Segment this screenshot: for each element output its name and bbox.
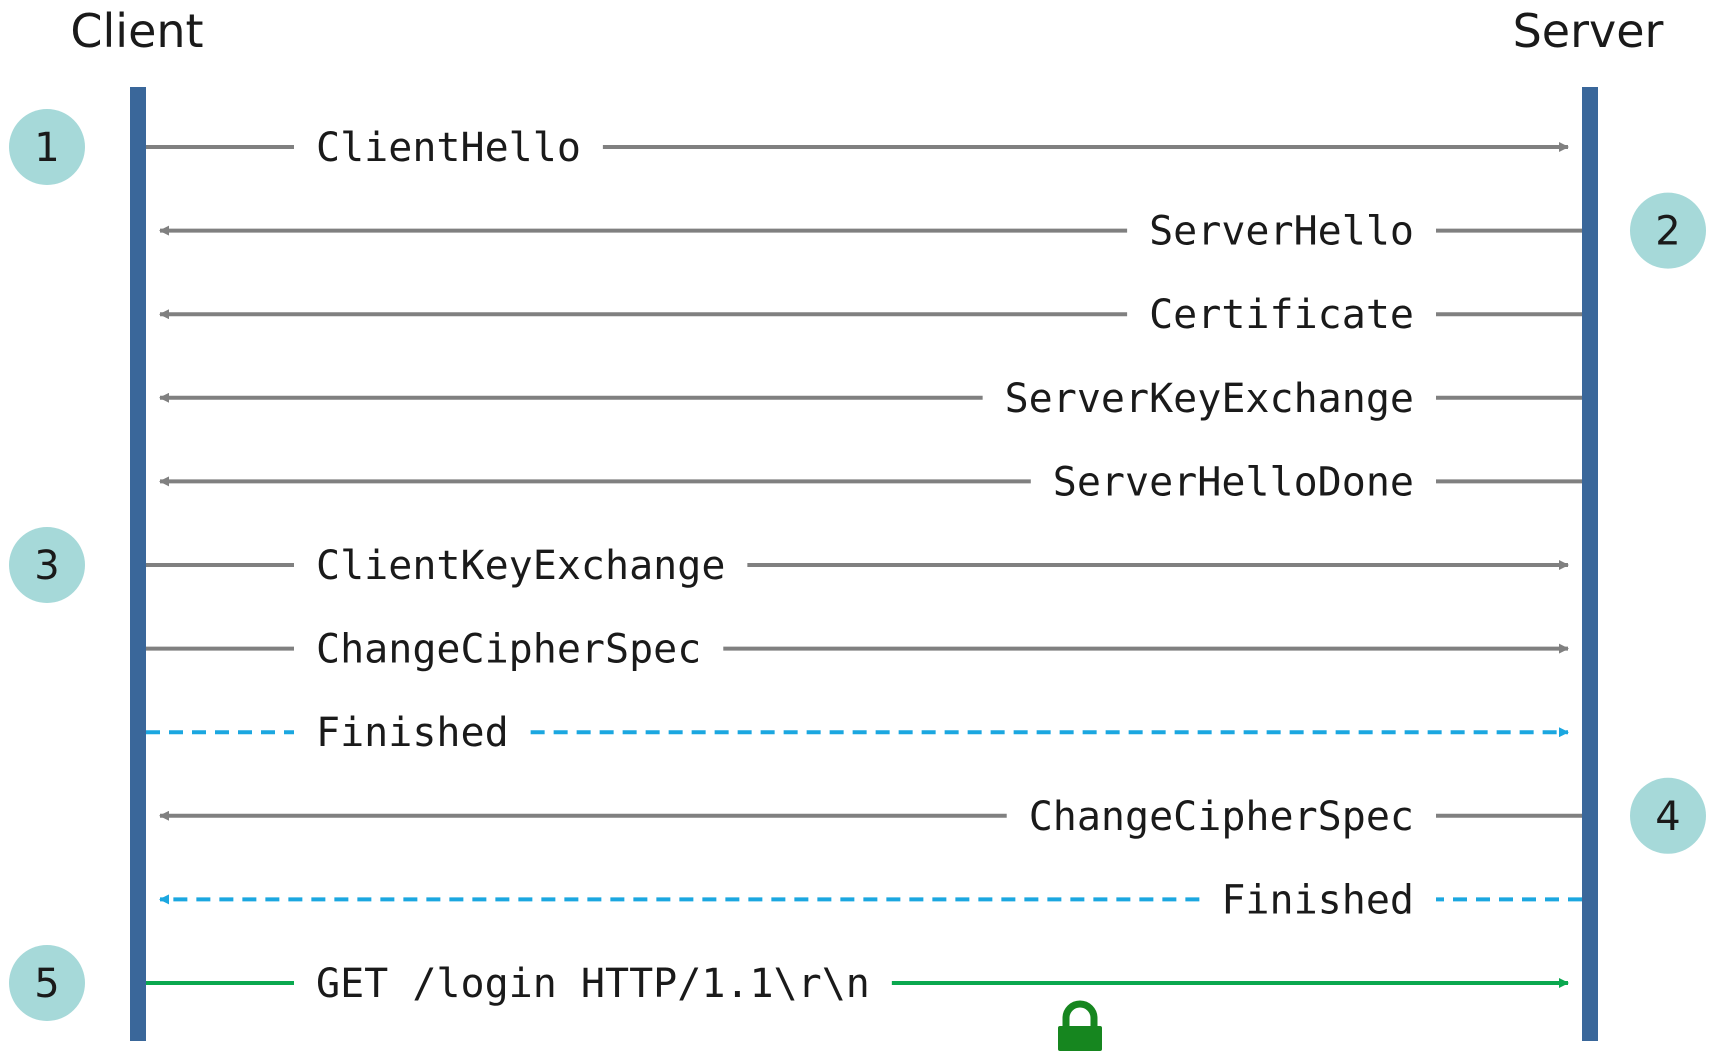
message-request: Finished	[146, 710, 1569, 756]
message-response: ServerKeyExchange	[159, 376, 1582, 422]
message-label: ClientHello	[316, 125, 581, 171]
message-request: GET /login HTTP/1.1\r\n	[146, 961, 1569, 1007]
step-badge-4: 4	[1630, 777, 1706, 854]
message-label: ClientKeyExchange	[316, 543, 725, 589]
badge-number: 3	[34, 543, 59, 589]
step-badge-5: 5	[9, 945, 85, 1021]
sequence-diagram-canvas: Client Server ClientHello ServerHello Cert…	[9, 4, 1706, 1051]
messages: ClientHello ServerHello Certificate ServerK…	[146, 125, 1582, 1007]
message-label: Certificate	[1149, 292, 1414, 338]
message-request: ClientHello	[146, 125, 1569, 171]
message-request: ChangeCipherSpec	[146, 627, 1569, 673]
step-badge-2: 2	[1630, 192, 1706, 269]
client-label: Client	[70, 4, 203, 58]
message-label: GET /login HTTP/1.1\r\n	[316, 961, 870, 1007]
badge-number: 1	[34, 125, 59, 171]
message-response: Finished	[159, 877, 1582, 923]
badge-number: 5	[34, 961, 59, 1007]
step-badge-1: 1	[9, 109, 85, 185]
message-label: ChangeCipherSpec	[316, 627, 701, 673]
badge-number: 2	[1655, 209, 1680, 255]
message-label: ChangeCipherSpec	[1029, 794, 1414, 840]
message-response: ServerHelloDone	[159, 459, 1582, 505]
server-label: Server	[1513, 4, 1664, 58]
message-response: ChangeCipherSpec	[159, 794, 1582, 840]
badge-number: 4	[1655, 794, 1680, 840]
step-badge-3: 3	[9, 527, 85, 603]
message-label: ServerHelloDone	[1053, 459, 1414, 505]
padlock-icon	[1058, 1000, 1102, 1051]
message-request: ClientKeyExchange	[146, 543, 1569, 589]
message-response: ServerHello	[159, 209, 1582, 255]
message-response: Certificate	[159, 292, 1582, 338]
client-lifeline	[130, 87, 146, 1041]
message-label: Finished	[1221, 877, 1414, 923]
message-label: Finished	[316, 710, 509, 756]
message-label: ServerHello	[1149, 209, 1414, 255]
tls-handshake-diagram: Client Server ClientHello ServerHello Cert…	[0, 0, 1710, 1051]
server-lifeline	[1582, 87, 1598, 1041]
message-label: ServerKeyExchange	[1005, 376, 1414, 422]
